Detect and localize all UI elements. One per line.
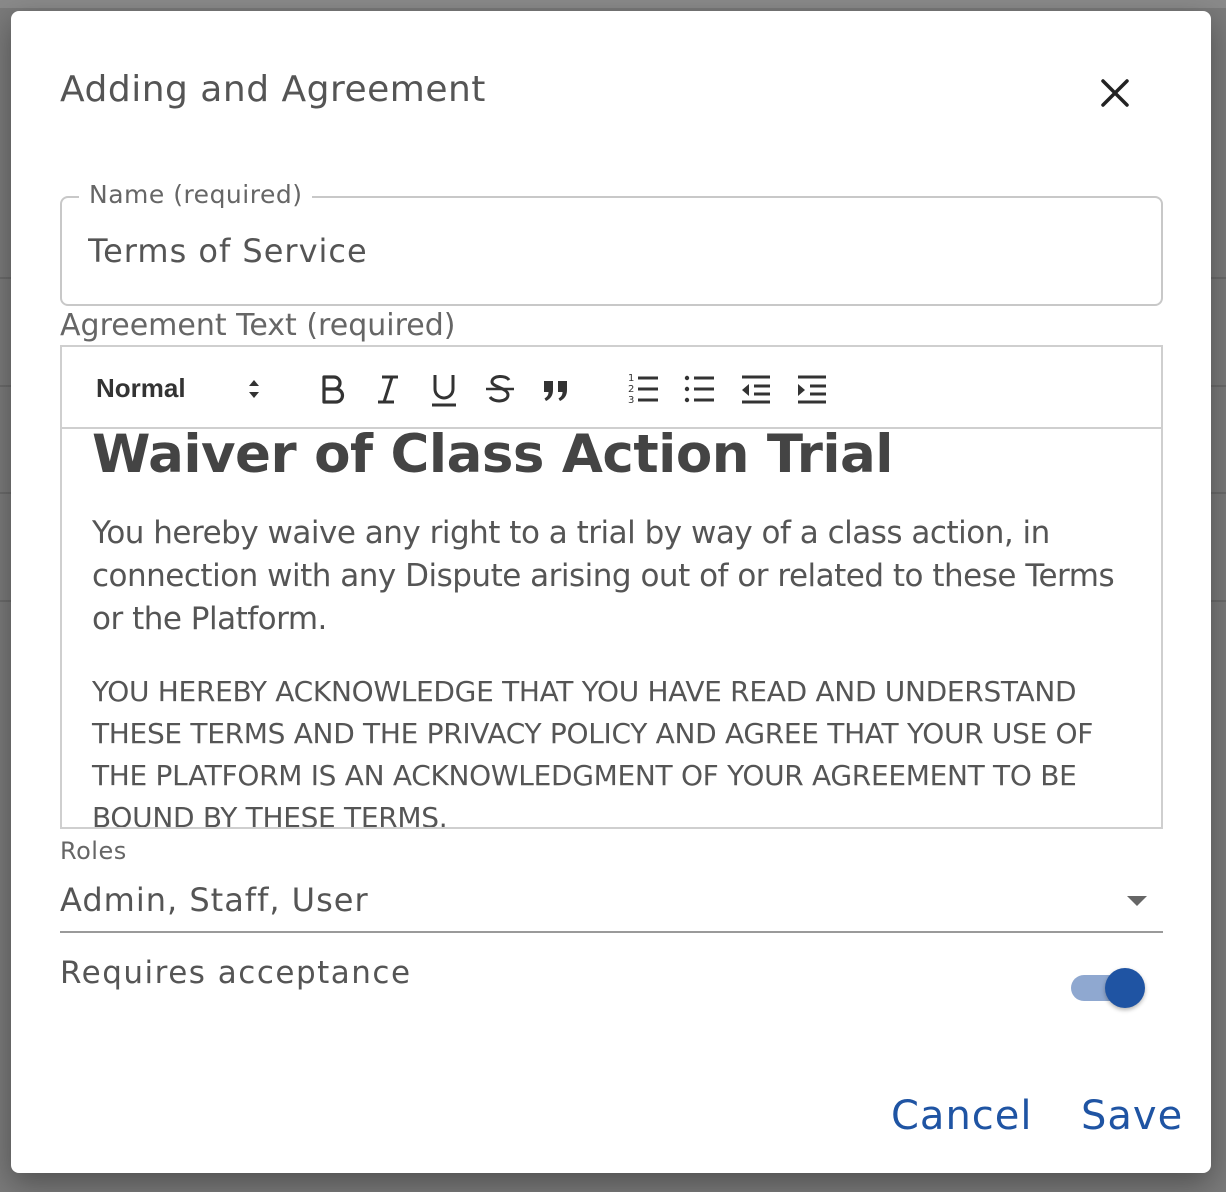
format-select[interactable]: Normal — [96, 369, 266, 409]
outdent-icon — [742, 375, 770, 404]
background-topbar — [0, 0, 1226, 8]
indent-icon — [798, 375, 826, 404]
editor-toolbar: Normal 1 2 3 — [62, 347, 1161, 429]
cancel-button[interactable]: Cancel — [891, 1093, 1033, 1139]
blockquote-icon — [544, 381, 567, 401]
name-field[interactable]: Name (required) — [60, 180, 1163, 306]
content-paragraph: YOU HEREBY ACKNOWLEDGE THAT YOU HAVE REA… — [92, 674, 1094, 827]
save-button[interactable]: Save — [1081, 1093, 1183, 1139]
strikethrough-button[interactable] — [480, 369, 520, 409]
requires-acceptance-toggle[interactable] — [1069, 966, 1147, 1010]
svg-text:2: 2 — [628, 384, 634, 395]
editor-content[interactable]: Waiver of Class Action Trial You hereby … — [62, 431, 1161, 827]
name-field-label: Name (required) — [79, 180, 313, 209]
outdent-button[interactable] — [736, 369, 776, 409]
roles-label: Roles — [60, 837, 127, 865]
roles-select[interactable]: Admin, Staff, User — [60, 871, 1163, 933]
dropdown-arrow-icon — [1127, 896, 1147, 906]
content-heading: Waiver of Class Action Trial — [92, 431, 893, 485]
svg-text:1: 1 — [628, 373, 634, 384]
svg-text:3: 3 — [628, 395, 634, 406]
roles-select-value: Admin, Staff, User — [60, 881, 369, 919]
bullet-list-button[interactable] — [680, 369, 720, 409]
bullet-list-icon — [684, 375, 714, 403]
agreement-text-label: Agreement Text (required) — [60, 308, 456, 343]
bold-icon — [322, 375, 345, 404]
italic-icon — [378, 375, 398, 404]
underline-button[interactable] — [424, 369, 464, 409]
italic-button[interactable] — [368, 369, 408, 409]
bold-button[interactable] — [312, 369, 352, 409]
agreement-dialog: Adding and Agreement Name (required) Agr… — [11, 11, 1211, 1173]
format-select-value: Normal — [96, 373, 186, 403]
close-icon — [1101, 79, 1129, 107]
name-input[interactable] — [88, 232, 1128, 270]
requires-acceptance-label: Requires acceptance — [60, 955, 412, 991]
ordered-list-button[interactable]: 1 2 3 — [624, 369, 664, 409]
updown-arrows-icon — [249, 380, 259, 398]
indent-button[interactable] — [792, 369, 832, 409]
content-paragraph: You hereby waive any right to a trial by… — [92, 514, 1115, 637]
strikethrough-icon — [486, 375, 514, 403]
toggle-thumb — [1105, 968, 1145, 1008]
close-button[interactable] — [1095, 73, 1135, 113]
rich-text-editor[interactable]: Normal 1 2 3 Waiver of Class Action Tria… — [60, 345, 1163, 829]
dialog-title: Adding and Agreement — [60, 69, 486, 110]
underline-icon — [432, 375, 456, 407]
ordered-list-icon: 1 2 3 — [628, 373, 658, 406]
blockquote-button[interactable] — [536, 369, 576, 409]
